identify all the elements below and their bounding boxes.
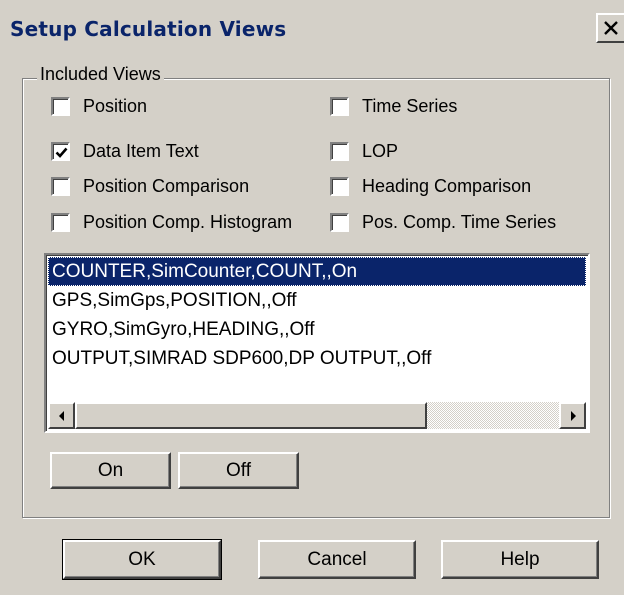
scroll-thumb[interactable] <box>75 402 427 429</box>
checkbox-lop[interactable]: LOP <box>330 139 398 163</box>
checkbox-position-comparison[interactable]: Position Comparison <box>51 174 249 198</box>
off-button[interactable]: Off <box>178 452 299 489</box>
list-item[interactable]: GPS,SimGps,POSITION,,Off <box>48 286 586 315</box>
checkbox-box[interactable] <box>51 141 70 161</box>
help-button[interactable]: Help <box>441 540 599 579</box>
checkbox-pos-comp-time-series[interactable]: Pos. Comp. Time Series <box>330 210 556 234</box>
on-button-label: On <box>97 459 124 481</box>
checkbox-position-comp-histogram[interactable]: Position Comp. Histogram <box>51 210 292 234</box>
views-listbox[interactable]: COUNTER,SimCounter,COUNT,,On GPS,SimGps,… <box>44 253 590 433</box>
checkbox-label: Time Series <box>362 95 458 116</box>
checkbox-box[interactable] <box>330 141 349 161</box>
ok-button[interactable]: OK <box>62 539 222 580</box>
checkbox-box[interactable] <box>51 176 70 196</box>
checkbox-heading-comparison[interactable]: Heading Comparison <box>330 174 531 198</box>
checkbox-label: LOP <box>362 140 399 161</box>
checkbox-time-series[interactable]: Time Series <box>330 94 457 118</box>
scroll-right-arrow-icon <box>571 411 576 421</box>
close-x-icon <box>604 21 618 35</box>
help-button-label: Help <box>500 548 540 570</box>
ok-button-label: OK <box>128 548 156 570</box>
checkbox-box[interactable] <box>51 96 70 116</box>
checkmark-icon <box>55 147 68 158</box>
list-item[interactable]: OUTPUT,SIMRAD SDP600,DP OUTPUT,,Off <box>48 344 586 373</box>
list-items: COUNTER,SimCounter,COUNT,,On GPS,SimGps,… <box>48 257 586 373</box>
list-item[interactable]: COUNTER,SimCounter,COUNT,,On <box>48 257 586 286</box>
checkbox-data-item-text[interactable]: Data Item Text <box>51 139 199 163</box>
checkbox-label: Heading Comparison <box>362 175 532 196</box>
checkbox-label: Position <box>83 95 148 116</box>
checkbox-label: Pos. Comp. Time Series <box>362 211 557 232</box>
checkbox-label: Position Comparison <box>83 175 250 196</box>
cancel-button[interactable]: Cancel <box>258 540 416 579</box>
list-item[interactable]: GYRO,SimGyro,HEADING,,Off <box>48 315 586 344</box>
title-bar: Setup Calculation Views <box>0 0 624 50</box>
scroll-left-button[interactable] <box>48 402 75 429</box>
included-views-label: Included Views <box>37 64 164 85</box>
checkbox-position[interactable]: Position <box>51 94 147 118</box>
close-button[interactable] <box>596 13 624 43</box>
checkbox-box[interactable] <box>330 96 349 116</box>
off-button-label: Off <box>226 459 251 481</box>
scroll-right-button[interactable] <box>559 402 586 429</box>
checkbox-box[interactable] <box>51 212 70 232</box>
cancel-button-label: Cancel <box>307 548 367 570</box>
checkbox-label: Position Comp. Histogram <box>83 211 293 232</box>
window-title: Setup Calculation Views <box>10 17 287 41</box>
on-button[interactable]: On <box>50 452 171 489</box>
checkbox-label: Data Item Text <box>83 140 199 161</box>
checkbox-box[interactable] <box>330 212 349 232</box>
scroll-left-arrow-icon <box>59 411 64 421</box>
checkbox-box[interactable] <box>330 176 349 196</box>
horizontal-scrollbar[interactable] <box>48 402 586 429</box>
